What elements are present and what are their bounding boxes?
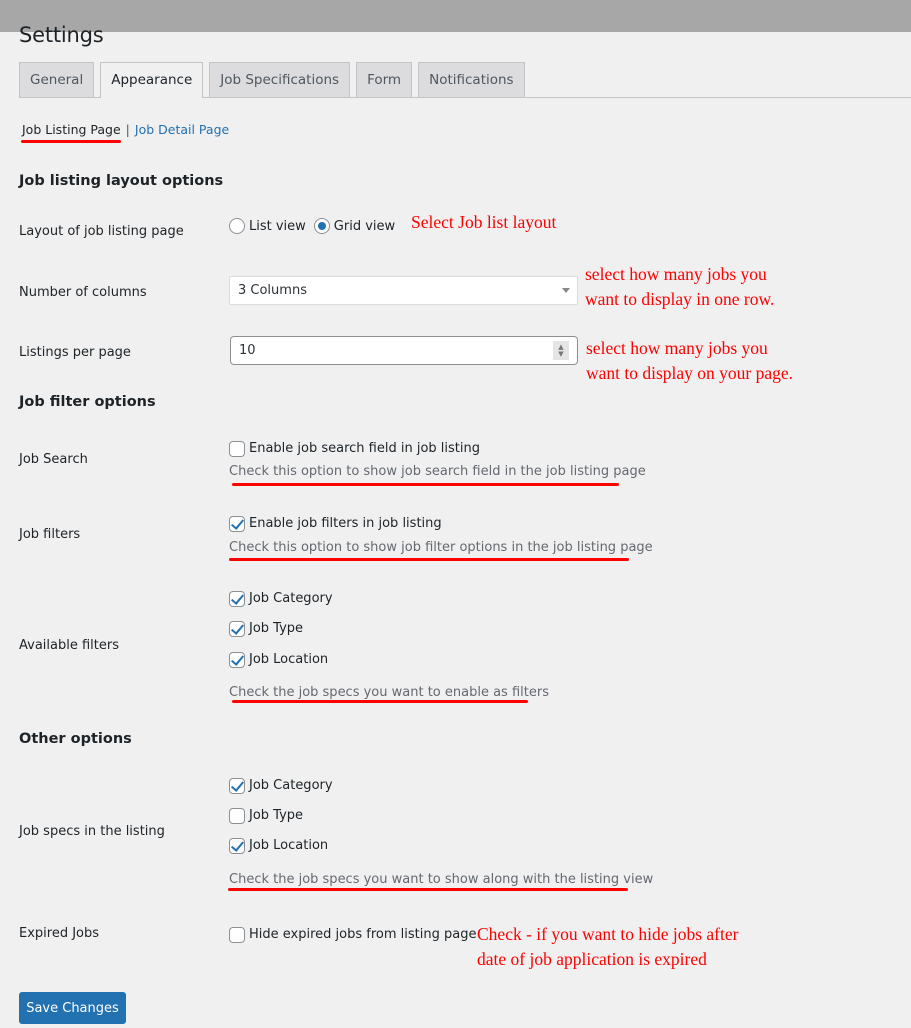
filter-job-category-label[interactable]: Job Category <box>249 590 333 607</box>
filter-job-location-option[interactable]: Job Location <box>229 651 328 668</box>
per-page-label: Listings per page <box>19 345 131 360</box>
grid-view-label[interactable]: Grid view <box>334 219 395 234</box>
spinner-down-icon[interactable]: ▼ <box>558 350 563 358</box>
annotation-per-page-1: select how many jobs you <box>586 338 768 358</box>
tab-job-specifications[interactable]: Job Specifications <box>209 62 351 97</box>
listings-per-page-input[interactable]: 10 ▲ ▼ <box>230 336 578 365</box>
job-search-description: Check this option to show job search fie… <box>229 464 646 479</box>
subnav-job-detail-page[interactable]: Job Detail Page <box>135 122 229 137</box>
subnav-separator: | <box>125 122 130 137</box>
job-specs-label: Job specs in the listing <box>19 824 165 839</box>
filter-job-location-checkbox[interactable] <box>229 651 245 668</box>
tab-form[interactable]: Form <box>356 62 413 97</box>
job-filters-label: Job filters <box>19 527 81 542</box>
annotation-layout: Select Job list layout <box>411 212 557 232</box>
listings-per-page-value: 10 <box>239 343 256 358</box>
layout-label: Layout of job listing page <box>19 224 184 239</box>
save-changes-button[interactable]: Save Changes <box>19 992 126 1024</box>
sub-navigation: Job Listing Page | Job Detail Page <box>22 121 229 138</box>
expired-jobs-label: Expired Jobs <box>19 926 100 941</box>
job-filters-description: Check this option to show job filter opt… <box>229 540 653 555</box>
job-search-option-label[interactable]: Enable job search field in job listing <box>249 440 480 457</box>
annotation-expired-2: date of job application is expired <box>477 949 707 969</box>
available-filters-label: Available filters <box>19 638 119 653</box>
tab-notifications[interactable]: Notifications <box>418 62 525 97</box>
annotation-underline <box>21 140 121 143</box>
top-bar <box>0 0 911 32</box>
spec-job-location-checkbox[interactable] <box>229 837 245 854</box>
chevron-down-icon <box>562 288 570 293</box>
job-specs-description: Check the job specs you want to show alo… <box>229 872 654 887</box>
subnav-job-listing-page[interactable]: Job Listing Page <box>22 122 121 137</box>
spec-job-category-label[interactable]: Job Category <box>249 777 333 794</box>
filter-job-location-label[interactable]: Job Location <box>249 651 328 668</box>
available-filters-description: Check the job specs you want to enable a… <box>229 685 549 700</box>
spec-job-category-checkbox[interactable] <box>229 777 245 794</box>
annotation-columns-1: select how many jobs you <box>585 264 767 284</box>
filter-job-category-option[interactable]: Job Category <box>229 590 333 607</box>
spec-job-location-option[interactable]: Job Location <box>229 837 328 854</box>
layout-radio-group: List view Grid view <box>229 218 403 234</box>
annotation-underline <box>228 888 628 891</box>
spec-job-type-option[interactable]: Job Type <box>229 807 303 824</box>
list-view-label[interactable]: List view <box>249 219 306 234</box>
job-search-option[interactable]: Enable job search field in job listing <box>229 440 480 457</box>
annotation-underline <box>232 483 619 486</box>
filter-job-type-label[interactable]: Job Type <box>249 620 303 637</box>
hide-expired-option[interactable]: Hide expired jobs from listing page <box>229 926 476 943</box>
columns-select[interactable]: 3 Columns <box>229 276 578 305</box>
annotation-expired-1: Check - if you want to hide jobs after <box>477 924 739 944</box>
job-search-label: Job Search <box>19 452 88 467</box>
annotation-underline <box>232 700 528 703</box>
section-title-other: Other options <box>19 731 132 747</box>
page-title: Settings <box>19 23 104 47</box>
job-filters-checkbox[interactable] <box>229 515 245 532</box>
annotation-columns-2: want to display in one row. <box>585 289 775 309</box>
section-title-filter: Job filter options <box>19 394 156 410</box>
filter-job-category-checkbox[interactable] <box>229 590 245 607</box>
section-title-layout: Job listing layout options <box>19 173 224 189</box>
spec-job-location-label[interactable]: Job Location <box>249 837 328 854</box>
tab-general[interactable]: General <box>19 62 95 97</box>
job-search-checkbox[interactable] <box>229 440 245 457</box>
hide-expired-label[interactable]: Hide expired jobs from listing page <box>249 926 476 943</box>
grid-view-radio[interactable] <box>313 218 330 234</box>
spec-job-type-label[interactable]: Job Type <box>249 807 303 824</box>
columns-select-value: 3 Columns <box>238 283 307 298</box>
settings-tabs: General Appearance Job Specifications Fo… <box>19 62 531 98</box>
filter-job-type-option[interactable]: Job Type <box>229 620 303 637</box>
annotation-per-page-2: want to display on your page. <box>586 363 794 383</box>
list-view-radio[interactable] <box>229 218 245 234</box>
number-spinner[interactable]: ▲ ▼ <box>553 341 569 360</box>
spec-job-category-option[interactable]: Job Category <box>229 777 333 794</box>
spec-job-type-checkbox[interactable] <box>229 807 245 824</box>
job-filters-option-label[interactable]: Enable job filters in job listing <box>249 515 442 532</box>
hide-expired-checkbox[interactable] <box>229 926 245 943</box>
columns-label: Number of columns <box>19 285 147 300</box>
filter-job-type-checkbox[interactable] <box>229 620 245 637</box>
tab-appearance[interactable]: Appearance <box>100 62 204 98</box>
annotation-underline <box>229 558 629 561</box>
job-filters-option[interactable]: Enable job filters in job listing <box>229 515 442 532</box>
